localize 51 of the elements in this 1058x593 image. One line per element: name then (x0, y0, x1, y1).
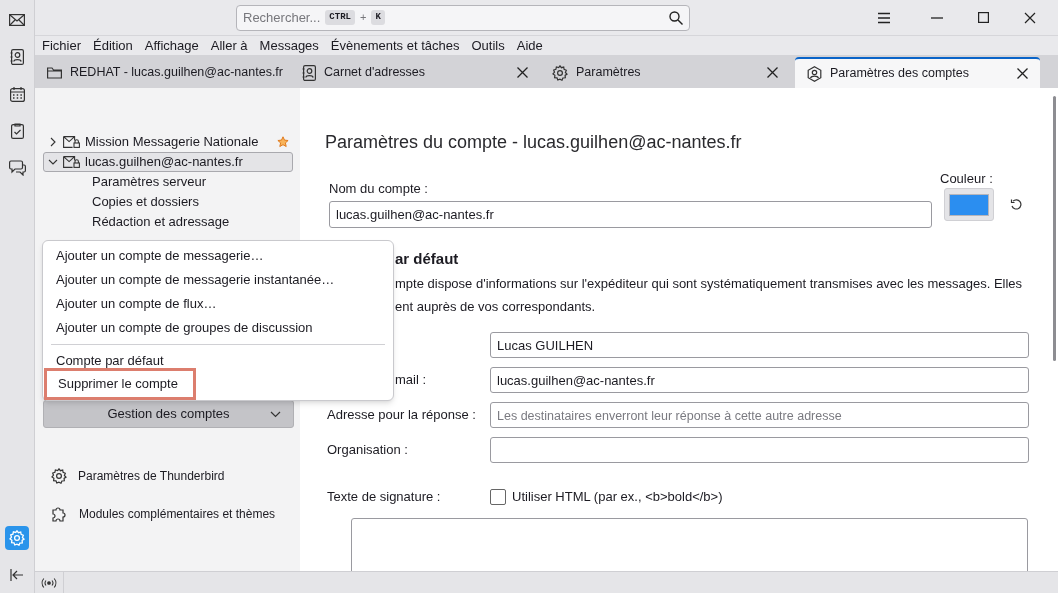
menu-item[interactable]: Messages (259, 35, 319, 56)
color-label: Couleur : (940, 170, 993, 187)
menu-item[interactable]: Aide (516, 35, 543, 56)
menu-item[interactable]: Aller à (210, 35, 248, 56)
menu-item[interactable]: Évènements et tâches (330, 35, 460, 56)
menu-item[interactable]: Ajouter un compte de groupes de discussion (43, 316, 393, 340)
text-field[interactable]: lucas.guilhen@ac-nantes.fr (490, 367, 1029, 393)
tab-label: Carnet d'adresses (324, 64, 427, 82)
field-label: Adresse pour la réponse : (327, 406, 476, 425)
menu-item[interactable]: Fichier (42, 35, 81, 56)
account-name-field[interactable]: lucas.guilhen@ac-nantes.fr (329, 201, 932, 228)
tab-label: REDHAT - lucas.guilhen@ac-nantes.fr (70, 64, 283, 82)
account-row[interactable]: lucas.guilhen@ac-nantes.fr (43, 152, 293, 172)
menu-item[interactable]: Supprimer le compte (44, 368, 196, 400)
tab[interactable]: Carnet d'adresses (290, 57, 540, 88)
text-field[interactable]: Les destinataires enverront leur réponse à cette autre adresse (490, 402, 1029, 428)
menu-item[interactable]: Outils (471, 35, 505, 56)
tab-label: Paramètres des comptes (830, 65, 970, 83)
menu-item[interactable]: Ajouter un compte de messagerie… (43, 244, 393, 268)
search-field[interactable]: Rechercher... CTRL + K (236, 4, 690, 31)
field-label: mail : (395, 371, 427, 390)
menu-item[interactable]: Ajouter un compte de messagerie instantanée… (43, 268, 393, 292)
text-field[interactable]: Lucas GUILHEN (490, 332, 1029, 358)
account-name: lucas.guilhen@ac-nantes.fr (85, 153, 244, 172)
sidebar-link[interactable]: Paramètres de Thunderbird (51, 467, 225, 485)
account-row[interactable]: Mission Messagerie Nationale (43, 132, 293, 152)
field-label: Texte de signature : (327, 488, 441, 507)
field-label: Nom du compte : (329, 180, 428, 197)
html-checkbox[interactable]: Utiliser HTML (par ex., <b>bold</b>) (490, 487, 723, 507)
sidebar-link[interactable]: Modules complémentaires et thèmes (51, 505, 276, 523)
menu-item[interactable]: Ajouter un compte de flux… (43, 292, 393, 316)
tab[interactable]: Paramètres (540, 57, 790, 88)
account-actions-button[interactable]: Gestion des comptes (43, 400, 294, 428)
section-heading: ar défaut (395, 249, 459, 268)
description-text: ent auprès de vos correspondants. (395, 298, 596, 316)
tab[interactable]: REDHAT - lucas.guilhen@ac-nantes.fr (35, 57, 290, 88)
account-name: Mission Messagerie Nationale (85, 133, 260, 152)
menu-item[interactable]: Affichage (144, 35, 199, 56)
menu-item[interactable]: Édition (93, 35, 133, 56)
tree-item[interactable]: Paramètres serveur (43, 172, 293, 192)
plus-sign: + (359, 10, 367, 26)
tree-item[interactable]: Rédaction et adressage (43, 212, 293, 232)
tab[interactable]: Paramètres des comptes (795, 57, 1040, 88)
tree-item[interactable]: Copies et dossiers (43, 192, 293, 212)
page-title: Paramètres du compte - lucas.guilhen@ac-nantes.fr (325, 131, 742, 154)
field-label: Organisation : (327, 441, 408, 460)
description-text: mpte dispose d'informations sur l'expéditeur qui sont systématiquement transmises avec les messages. Elles (395, 275, 1023, 293)
keyboard-key: K (371, 9, 385, 26)
keyboard-key: CTRL (325, 9, 355, 26)
tab-label: Paramètres (576, 64, 642, 82)
search-placeholder: Rechercher... (243, 8, 321, 27)
